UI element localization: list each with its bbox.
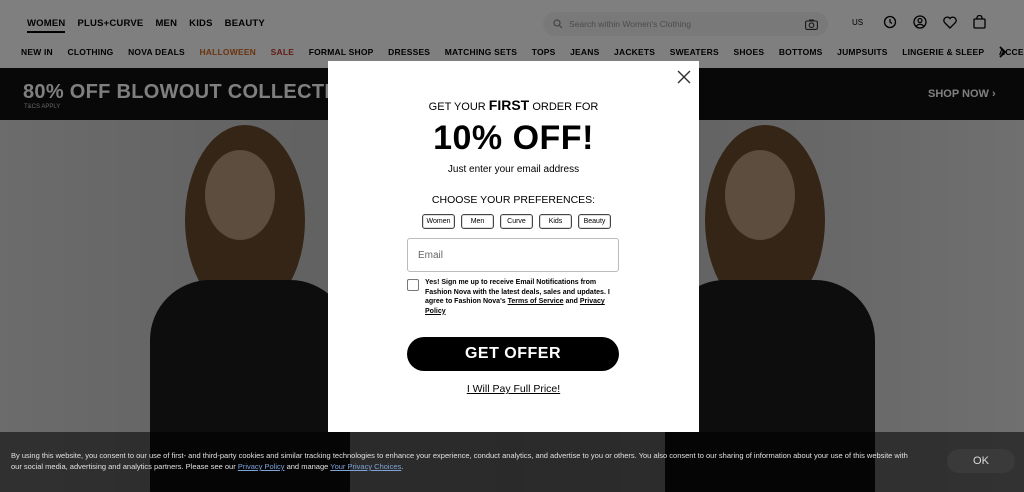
- modal-heading-suffix: ORDER FOR: [532, 101, 599, 113]
- cookie-text: By using this website, you consent to ou…: [11, 450, 916, 472]
- modal-subtitle: Just enter your email address: [447, 164, 580, 175]
- cookie-ok-button[interactable]: OK: [947, 449, 1015, 473]
- cookie-banner: By using this website, you consent to ou…: [0, 432, 1024, 492]
- preferences-title: CHOOSE YOUR PREFERENCES:: [431, 194, 596, 206]
- consent-row: Yes! Sign me up to receive Email Notific…: [407, 278, 619, 316]
- pay-full-price-link[interactable]: I Will Pay Full Price!: [328, 383, 699, 395]
- preference-chip-women[interactable]: Women: [422, 214, 455, 229]
- email-field[interactable]: Email: [407, 238, 619, 272]
- privacy-policy-link[interactable]: Privacy Policy: [238, 462, 285, 471]
- modal-heading-prefix: GET YOUR: [428, 101, 486, 113]
- discount-title: 10% OFF!: [433, 119, 594, 157]
- preference-chips: Women Men Curve Kids Beauty: [422, 214, 611, 229]
- cookie-text-part: By using this website, you consent to ou…: [11, 451, 908, 471]
- cookie-text-part: and manage: [286, 462, 329, 471]
- close-icon[interactable]: [676, 69, 692, 85]
- preference-chip-men[interactable]: Men: [461, 214, 494, 229]
- cookie-text-part: .: [401, 462, 404, 471]
- preference-chip-kids[interactable]: Kids: [539, 214, 572, 229]
- preference-chip-beauty[interactable]: Beauty: [578, 214, 611, 229]
- consent-checkbox[interactable]: [407, 279, 419, 291]
- get-offer-button[interactable]: GET OFFER: [407, 337, 619, 371]
- offer-modal: GET YOUR FIRST ORDER FOR 10% OFF! Just e…: [328, 61, 699, 432]
- privacy-choices-link[interactable]: Your Privacy Choices: [330, 462, 401, 471]
- modal-heading: GET YOUR FIRST ORDER FOR: [328, 97, 699, 113]
- terms-of-service-link[interactable]: Terms of Service: [508, 298, 564, 305]
- preference-chip-curve[interactable]: Curve: [500, 214, 533, 229]
- consent-text: Yes! Sign me up to receive Email Notific…: [425, 278, 619, 316]
- modal-heading-first: FIRST: [488, 97, 530, 113]
- consent-text-part: and: [565, 298, 578, 306]
